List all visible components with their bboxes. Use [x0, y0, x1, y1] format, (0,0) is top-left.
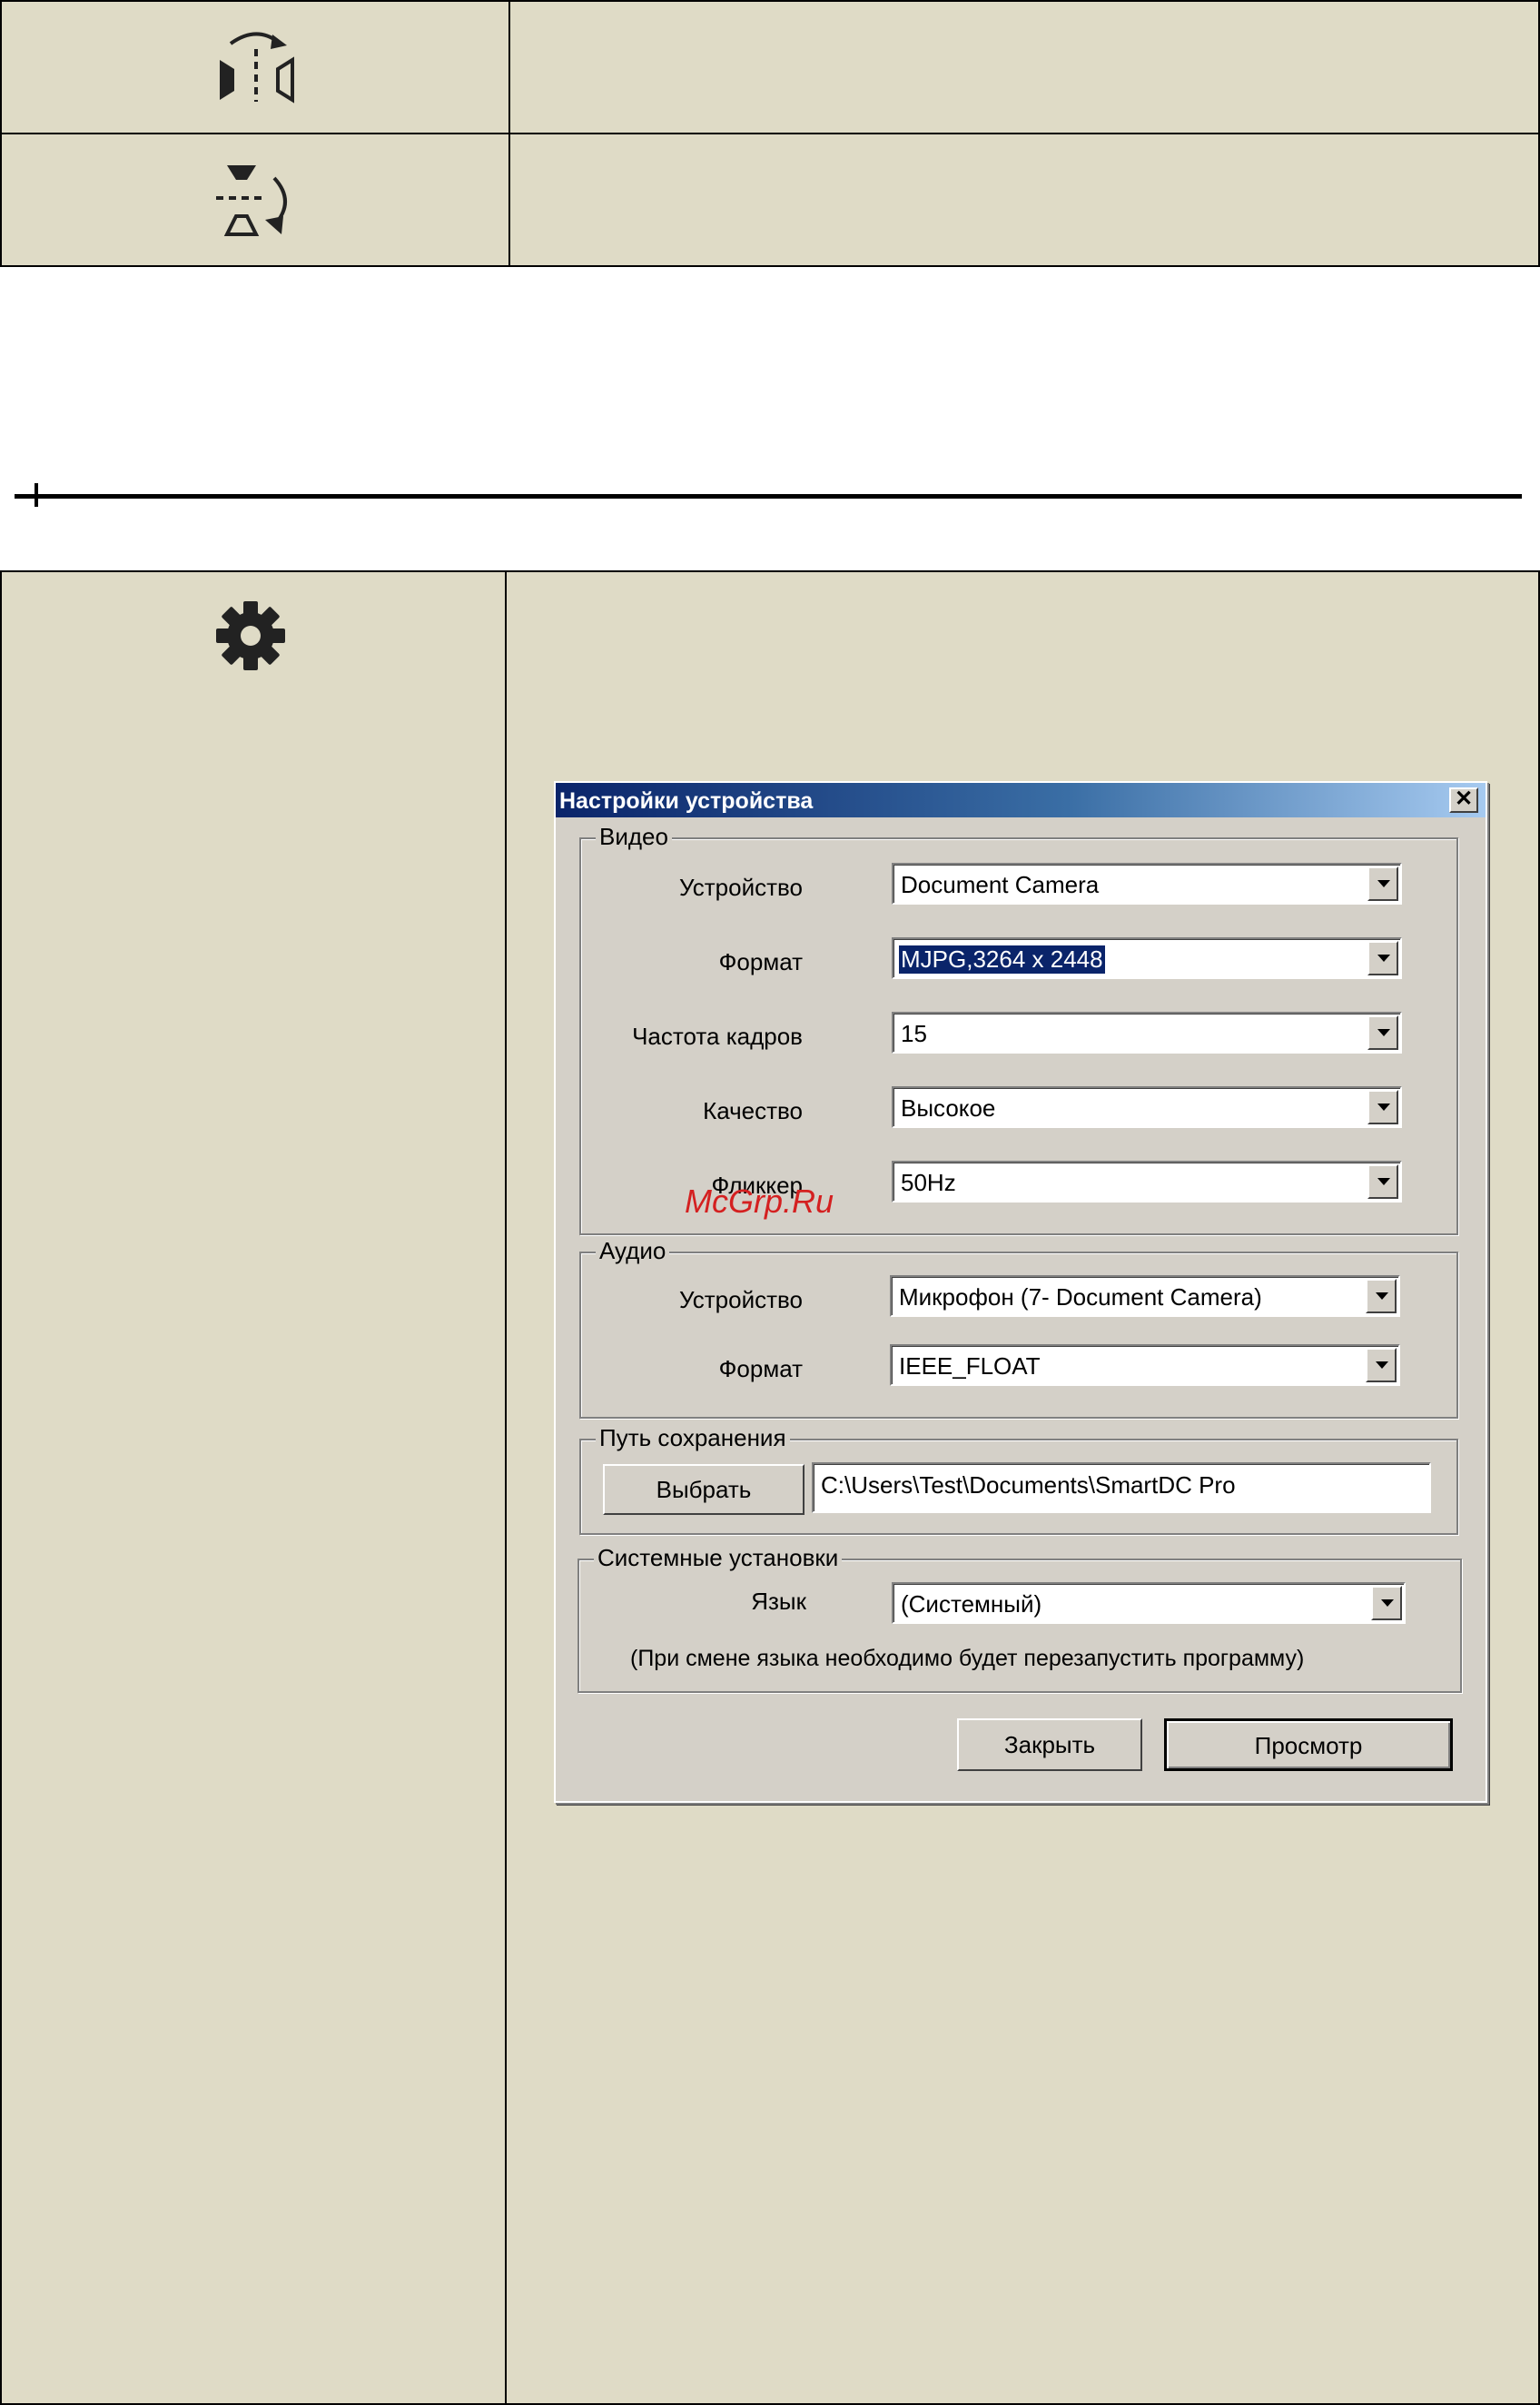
chevron-down-icon[interactable]	[1367, 1090, 1398, 1124]
video-fps-label: Частота кадров	[632, 1023, 803, 1050]
close-icon[interactable]: ✕	[1449, 787, 1478, 813]
flip-vertical-icon	[216, 165, 287, 236]
save-path-legend: Путь сохранения	[596, 1424, 790, 1452]
video-flicker-select[interactable]: 50Hz	[892, 1161, 1402, 1202]
video-format-select[interactable]: MJPG,3264 x 2448	[892, 937, 1402, 979]
watermark: McGrp.Ru	[685, 1183, 834, 1220]
divider-tick	[35, 483, 38, 507]
audio-legend: Аудио	[596, 1237, 670, 1265]
section-divider	[15, 494, 1522, 499]
video-fps-value: 15	[901, 1020, 927, 1047]
video-quality-value: Высокое	[901, 1094, 996, 1122]
video-legend: Видео	[596, 823, 672, 851]
close-button[interactable]: Закрыть	[957, 1718, 1142, 1771]
system-group: Системные установки Язык (Системный) (Пр…	[578, 1544, 1462, 1693]
audio-format-select[interactable]: IEEE_FLOAT	[890, 1344, 1400, 1386]
video-device-select[interactable]: Document Camera	[892, 863, 1402, 905]
audio-format-label: Формат	[718, 1355, 803, 1382]
video-quality-select[interactable]: Высокое	[892, 1086, 1402, 1128]
video-flicker-value: 50Hz	[901, 1169, 956, 1196]
audio-device-label: Устройство	[678, 1286, 803, 1313]
table-row-2-icon-cell	[0, 133, 510, 267]
dialog-titlebar: Настройки устройства ✕	[556, 783, 1486, 817]
chevron-down-icon[interactable]	[1367, 1015, 1398, 1050]
chevron-down-icon[interactable]	[1367, 866, 1398, 901]
table-row-1-icon-cell	[0, 0, 510, 134]
table-row-2-desc-cell	[508, 133, 1540, 267]
system-legend: Системные установки	[594, 1544, 843, 1572]
chevron-down-icon[interactable]	[1367, 1164, 1398, 1199]
save-path-group: Путь сохранения Выбрать C:\Users\Test\Do…	[579, 1424, 1458, 1535]
audio-group: Аудио Устройство Микрофон (7- Document C…	[579, 1237, 1458, 1419]
language-value: (Системный)	[901, 1590, 1042, 1618]
language-select[interactable]: (Системный)	[892, 1582, 1406, 1624]
video-fps-select[interactable]: 15	[892, 1012, 1402, 1054]
video-device-label: Устройство	[678, 874, 803, 901]
save-path-value: C:\Users\Test\Documents\SmartDC Pro	[821, 1471, 1236, 1499]
language-note: (При смене языка необходимо будет переза…	[630, 1646, 1305, 1671]
table-row-3-icon-cell	[0, 570, 507, 2405]
chevron-down-icon[interactable]	[1366, 1348, 1397, 1382]
language-label: Язык	[751, 1588, 806, 1615]
chevron-down-icon[interactable]	[1366, 1279, 1397, 1313]
video-format-label: Формат	[718, 948, 803, 975]
chevron-down-icon[interactable]	[1371, 1586, 1402, 1620]
video-group: Видео Устройство Document Camera Формат …	[579, 823, 1458, 1235]
table-row-1-desc-cell	[508, 0, 1540, 134]
device-settings-dialog: Настройки устройства ✕ Видео Устройство …	[554, 781, 1487, 1803]
video-device-value: Document Camera	[901, 871, 1100, 898]
dialog-title: Настройки устройства	[559, 788, 814, 814]
browse-button[interactable]: Выбрать	[603, 1464, 805, 1515]
preview-button[interactable]: Просмотр	[1164, 1718, 1453, 1771]
video-format-value: MJPG,3264 x 2448	[899, 945, 1105, 974]
audio-device-select[interactable]: Микрофон (7- Document Camera)	[890, 1275, 1400, 1317]
video-quality-label: Качество	[703, 1097, 803, 1124]
audio-device-value: Микрофон (7- Document Camera)	[899, 1283, 1262, 1311]
chevron-down-icon[interactable]	[1367, 941, 1398, 975]
gear-icon	[216, 601, 285, 670]
audio-format-value: IEEE_FLOAT	[899, 1352, 1041, 1380]
flip-horizontal-icon	[220, 32, 294, 104]
save-path-field[interactable]: C:\Users\Test\Documents\SmartDC Pro	[812, 1462, 1431, 1513]
